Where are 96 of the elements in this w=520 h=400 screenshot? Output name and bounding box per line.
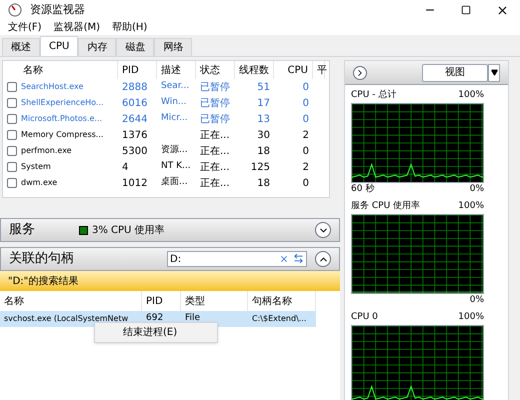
column-header[interactable]: 名称 [3, 61, 118, 79]
table-cell-text: Memory Compress... [20, 129, 104, 141]
table-cell-text: 1012 [121, 176, 148, 190]
table-cell-text: 2 [302, 128, 310, 142]
table-cell-text: 1376 [121, 128, 148, 142]
checkbox[interactable] [7, 146, 17, 156]
table-cell-text: dwm.exe [20, 177, 58, 189]
graph-max-label: 100% [458, 89, 484, 102]
table-cell-text: 已暂停 [199, 80, 231, 94]
column-header[interactable]: PID [118, 61, 157, 79]
menu-item[interactable]: 文件(F) [8, 20, 42, 35]
table-cell-text: 30 [256, 128, 271, 142]
table-cell-text: 13 [256, 112, 271, 126]
table-cell-text: 6016 [121, 96, 148, 110]
checkbox[interactable] [7, 130, 17, 140]
graph-min-label: 0% [470, 294, 484, 306]
graph-title: CPU 0 [351, 311, 378, 324]
window-title: 资源监视器 [30, 2, 85, 18]
table-cell-text: 2888 [121, 80, 148, 94]
table-cell-text: 692 [145, 312, 164, 326]
table-cell-text: 桌面... [160, 176, 189, 190]
column-header[interactable]: CPU [274, 61, 313, 79]
column-header[interactable]: 状态 [196, 61, 235, 79]
close-icon [496, 4, 508, 16]
expand-button[interactable] [353, 66, 367, 80]
table-cell-text: 0 [302, 96, 310, 110]
checkbox[interactable] [7, 178, 17, 188]
graph-max-label: 100% [458, 311, 484, 324]
table-cell-text: Sear... [160, 80, 190, 94]
search-banner: "D:"的搜索结果 [0, 271, 340, 291]
section-header[interactable]: 服务 3% CPU 使用率 [0, 218, 340, 242]
table-cell-text: Microsoft.Photos.e... [20, 113, 104, 125]
maximize-icon [461, 5, 471, 15]
table-cell-text: perfmon.exe [20, 145, 73, 157]
swap-arrows-icon[interactable] [293, 253, 304, 264]
section-title: 关联的句柄 [9, 250, 75, 268]
search-field[interactable]: D: [167, 251, 307, 267]
table-cell-text: 18 [256, 144, 271, 158]
table-cell-text: 0 [302, 80, 310, 94]
graph-title: 服务 CPU 使用率 [351, 200, 420, 213]
table-cell-text: 5300 [121, 144, 148, 158]
table-cell-text: Win... [160, 96, 188, 110]
section-title: 服务 [9, 221, 36, 240]
table-cell-text: Micr... [160, 112, 189, 126]
table-cell-text: 2644 [121, 112, 148, 126]
column-header[interactable]: 平 [313, 61, 325, 79]
table-cell-text: SearchHost.exe [20, 81, 84, 93]
table-cell-text: 正在... [199, 176, 231, 190]
table-cell-text: 正在... [199, 144, 231, 158]
usage-text: 3% CPU 使用率 [92, 224, 165, 238]
graph-title: CPU - 总计 [351, 89, 396, 102]
table-cell-text: System [20, 161, 52, 173]
collapse-button[interactable] [315, 251, 331, 267]
table-cell-text: File [184, 312, 202, 326]
tab[interactable]: 磁盘 [116, 38, 154, 56]
tab[interactable]: 网络 [154, 38, 192, 56]
table-cell-text: 51 [256, 80, 271, 94]
graph-min-label: 0% [470, 182, 484, 196]
graph-max-label: 100% [458, 200, 484, 213]
menu-item[interactable]: 结束进程(E) [95, 325, 178, 340]
table-cell-text: 0 [302, 112, 310, 126]
table-cell-text: 0 [302, 144, 310, 158]
checkbox[interactable] [7, 162, 17, 172]
gauge-icon [8, 3, 22, 17]
table-cell-text: 正在... [199, 160, 231, 174]
table-cell-text: 已暂停 [199, 96, 231, 110]
table-cell-text: ShellExperienceHo... [20, 97, 105, 109]
table-cell-text: C:\$Extend\... [251, 313, 308, 325]
tab[interactable]: 内存 [78, 38, 116, 56]
expand-button[interactable] [315, 222, 331, 238]
table-cell-text: 4 [121, 160, 130, 174]
tab[interactable]: 概述 [2, 38, 40, 56]
table-cell-text: 17 [256, 96, 271, 110]
menu-item[interactable]: 监视器(M) [54, 20, 100, 35]
table-cell-text: 18 [256, 176, 271, 190]
menu-item[interactable]: 帮助(H) [112, 20, 148, 35]
table-cell-text: 正在... [199, 128, 231, 142]
table-cell-text: 2 [302, 160, 310, 174]
time-span-label: 60 秒 [351, 182, 374, 196]
checkbox[interactable] [7, 114, 17, 124]
table-cell-text: 已暂停 [199, 112, 231, 126]
table-cell-text: 资源... [160, 144, 189, 158]
table-cell-text: 0 [302, 176, 310, 190]
caret-icon [490, 69, 498, 76]
table-cell-text: 125 [250, 160, 271, 174]
table-cell-text: NT K... [160, 160, 192, 174]
clear-icon[interactable] [279, 254, 289, 264]
column-header[interactable]: 线程数 [235, 61, 274, 79]
checkbox[interactable] [7, 98, 17, 108]
tab[interactable]: CPU [40, 36, 78, 56]
view-button[interactable]: 视图 [422, 64, 488, 82]
usage-icon [79, 226, 88, 234]
table-cell-text: svchost.exe (LocalSystemNetw [3, 313, 130, 325]
checkbox[interactable] [7, 82, 17, 92]
column-header[interactable]: 描述 [157, 61, 196, 79]
dropdown-button[interactable] [488, 64, 500, 82]
